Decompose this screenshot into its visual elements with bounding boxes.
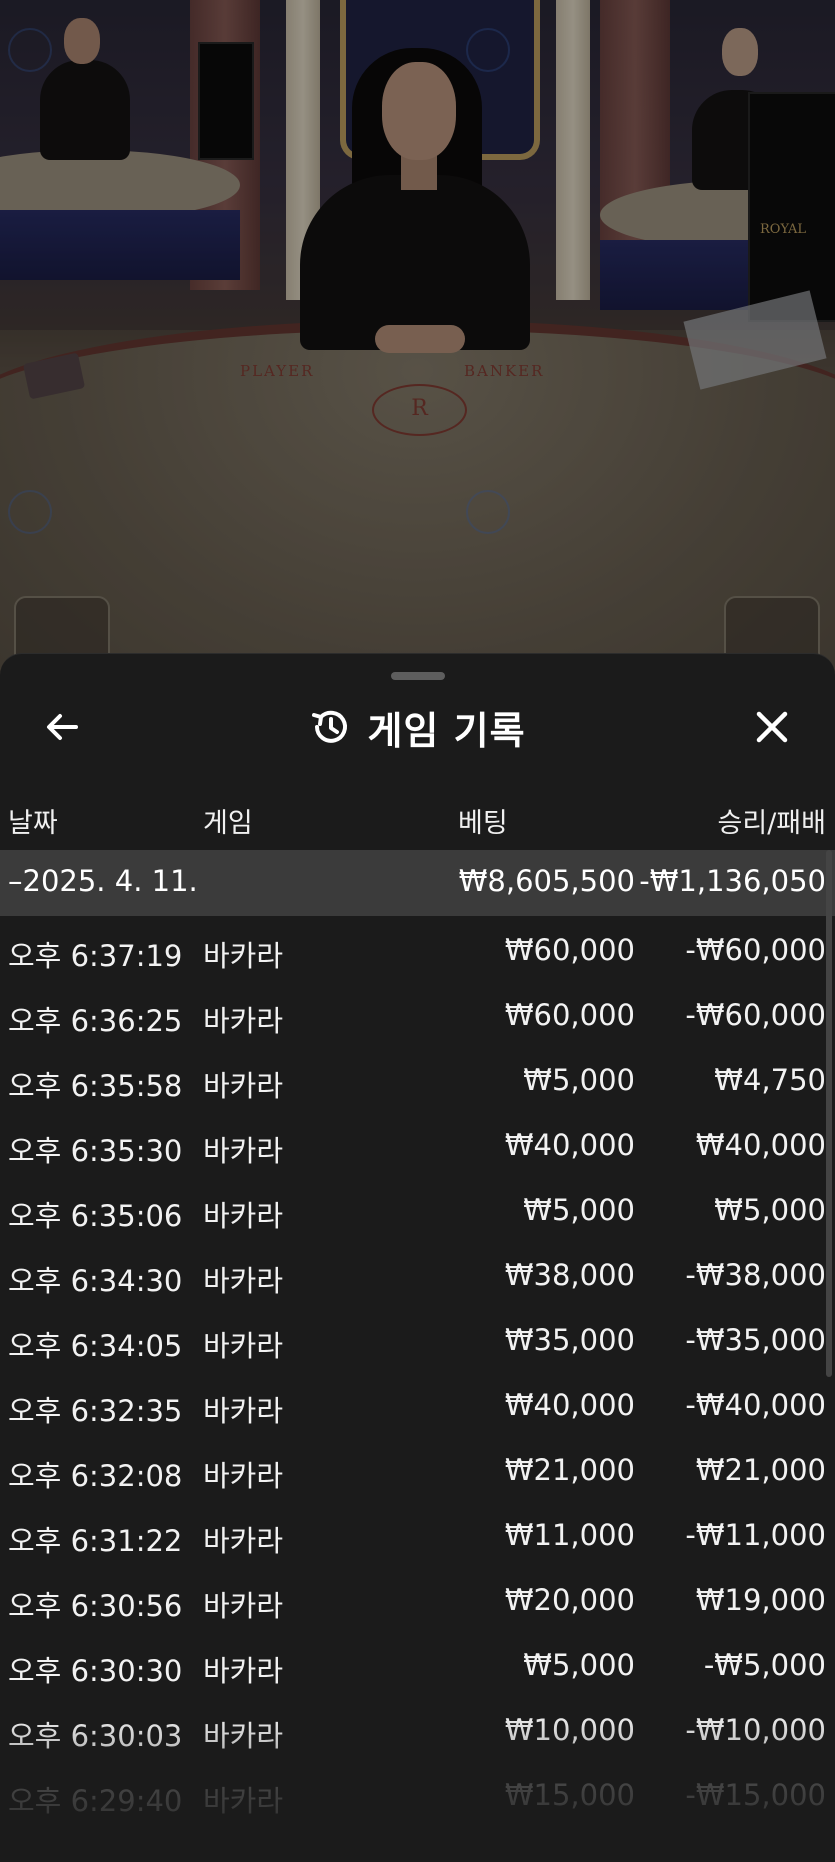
row-result: ₩5,000	[714, 1193, 826, 1227]
row-time: 오후 6:34:30	[8, 1264, 183, 1298]
row-time: 오후 6:31:22	[8, 1524, 183, 1558]
sheet-header: 게임 기록	[0, 700, 835, 754]
row-game: 바카라	[203, 1199, 284, 1233]
row-bet: ₩15,000	[504, 1778, 635, 1812]
row-result: -₩10,000	[685, 1713, 826, 1747]
row-bet: ₩5,000	[523, 1648, 635, 1682]
row-game: 바카라	[203, 1524, 284, 1558]
row-result: -₩60,000	[685, 933, 826, 967]
row-time: 오후 6:34:05	[8, 1329, 183, 1363]
row-game: 바카라	[203, 1459, 284, 1493]
table-row[interactable]: 오후 6:32:35 바카라 ₩40,000 -₩40,000	[0, 1371, 835, 1436]
row-result: ₩40,000	[695, 1128, 826, 1162]
row-time: 오후 6:35:30	[8, 1134, 183, 1168]
row-result: ₩4,750	[714, 1063, 826, 1097]
table-row[interactable]: 오후 6:32:08 바카라 ₩21,000 ₩21,000	[0, 1436, 835, 1501]
row-time: 오후 6:37:19	[8, 939, 183, 973]
row-game: 바카라	[203, 1264, 284, 1298]
sheet-drag-handle[interactable]	[391, 672, 445, 680]
table-row[interactable]: 오후 6:35:30 바카라 ₩40,000 ₩40,000	[0, 1111, 835, 1176]
table-row[interactable]: 오후 6:34:30 바카라 ₩38,000 -₩38,000	[0, 1241, 835, 1306]
row-time: 오후 6:30:56	[8, 1589, 183, 1623]
row-result: -₩38,000	[685, 1258, 826, 1292]
live-dealer-stream: ROYAL PLAYER BANKER R	[0, 0, 835, 680]
row-game: 바카라	[203, 1394, 284, 1428]
column-header-bet: 베팅	[458, 808, 508, 839]
table-row[interactable]: 오후 6:36:25 바카라 ₩60,000 -₩60,000	[0, 981, 835, 1046]
row-result: ₩19,000	[695, 1583, 826, 1617]
table-row[interactable]: 오후 6:34:05 바카라 ₩35,000 -₩35,000	[0, 1306, 835, 1371]
row-time: 오후 6:29:40	[8, 1784, 183, 1818]
sheet-title: 게임 기록	[367, 708, 526, 753]
row-bet: ₩11,000	[504, 1518, 635, 1552]
row-game: 바카라	[203, 1654, 284, 1688]
row-bet: ₩21,000	[504, 1453, 635, 1487]
table-row[interactable]: 오후 6:35:06 바카라 ₩5,000 ₩5,000	[0, 1176, 835, 1241]
table-row[interactable]: 오후 6:31:22 바카라 ₩11,000 -₩11,000	[0, 1501, 835, 1566]
row-bet: ₩40,000	[504, 1128, 635, 1162]
row-time: 오후 6:30:30	[8, 1654, 183, 1688]
group-total-result: -₩1,136,050	[639, 864, 826, 898]
row-time: 오후 6:36:25	[8, 1004, 183, 1038]
table-row[interactable]: 오후 6:30:56 바카라 ₩20,000 ₩19,000	[0, 1566, 835, 1631]
row-game: 바카라	[203, 1069, 284, 1103]
row-bet: ₩60,000	[504, 933, 635, 967]
row-result: -₩60,000	[685, 998, 826, 1032]
table-row[interactable]: 오후 6:30:03 바카라 ₩10,000 -₩10,000	[0, 1696, 835, 1761]
row-bet: ₩5,000	[523, 1193, 635, 1227]
row-result: -₩15,000	[685, 1778, 826, 1812]
row-time: 오후 6:32:08	[8, 1459, 183, 1493]
row-bet: ₩10,000	[504, 1713, 635, 1747]
close-button[interactable]	[746, 701, 798, 753]
row-result: -₩35,000	[685, 1323, 826, 1357]
group-date: –2025. 4. 11.	[8, 864, 198, 898]
row-game: 바카라	[203, 1589, 284, 1623]
row-time: 오후 6:35:06	[8, 1199, 183, 1233]
row-game: 바카라	[203, 1719, 284, 1753]
row-result: -₩40,000	[685, 1388, 826, 1422]
row-result: -₩5,000	[703, 1648, 826, 1682]
history-clock-icon	[312, 710, 348, 743]
game-history-sheet: 게임 기록 날짜 게임 베팅 승리/패배 –2025. 4. 11. ₩8,60…	[0, 653, 835, 1862]
row-bet: ₩60,000	[504, 998, 635, 1032]
table-row[interactable]: 오후 6:37:19 바카라 ₩60,000 -₩60,000	[0, 916, 835, 981]
group-total-bet: ₩8,605,500	[458, 864, 635, 898]
row-result: ₩21,000	[695, 1453, 826, 1487]
table-row[interactable]: 오후 6:30:30 바카라 ₩5,000 -₩5,000	[0, 1631, 835, 1696]
row-time: 오후 6:32:35	[8, 1394, 183, 1428]
stream-dim-overlay	[0, 0, 835, 680]
close-icon	[756, 711, 788, 743]
table-row[interactable]: 오후 6:35:58 바카라 ₩5,000 ₩4,750	[0, 1046, 835, 1111]
column-header-result: 승리/패배	[717, 808, 826, 839]
row-result: -₩11,000	[685, 1518, 826, 1552]
row-game: 바카라	[203, 1784, 284, 1818]
row-game: 바카라	[203, 939, 284, 973]
row-bet: ₩38,000	[504, 1258, 635, 1292]
table-row[interactable]: 오후 6:29:40 바카라 ₩15,000 -₩15,000	[0, 1761, 835, 1826]
column-header-game: 게임	[203, 808, 253, 839]
row-game: 바카라	[203, 1134, 284, 1168]
row-bet: ₩35,000	[504, 1323, 635, 1357]
row-bet: ₩40,000	[504, 1388, 635, 1422]
list-scrollbar[interactable]	[826, 850, 832, 1377]
date-group-row[interactable]: –2025. 4. 11. ₩8,605,500 -₩1,136,050	[0, 850, 835, 916]
row-bet: ₩5,000	[523, 1063, 635, 1097]
history-list: –2025. 4. 11. ₩8,605,500 -₩1,136,050 오후 …	[0, 850, 835, 1826]
row-time: 오후 6:30:03	[8, 1719, 183, 1753]
row-bet: ₩20,000	[504, 1583, 635, 1617]
row-game: 바카라	[203, 1329, 284, 1363]
column-header-date: 날짜	[8, 808, 58, 839]
row-time: 오후 6:35:58	[8, 1069, 183, 1103]
row-game: 바카라	[203, 1004, 284, 1038]
